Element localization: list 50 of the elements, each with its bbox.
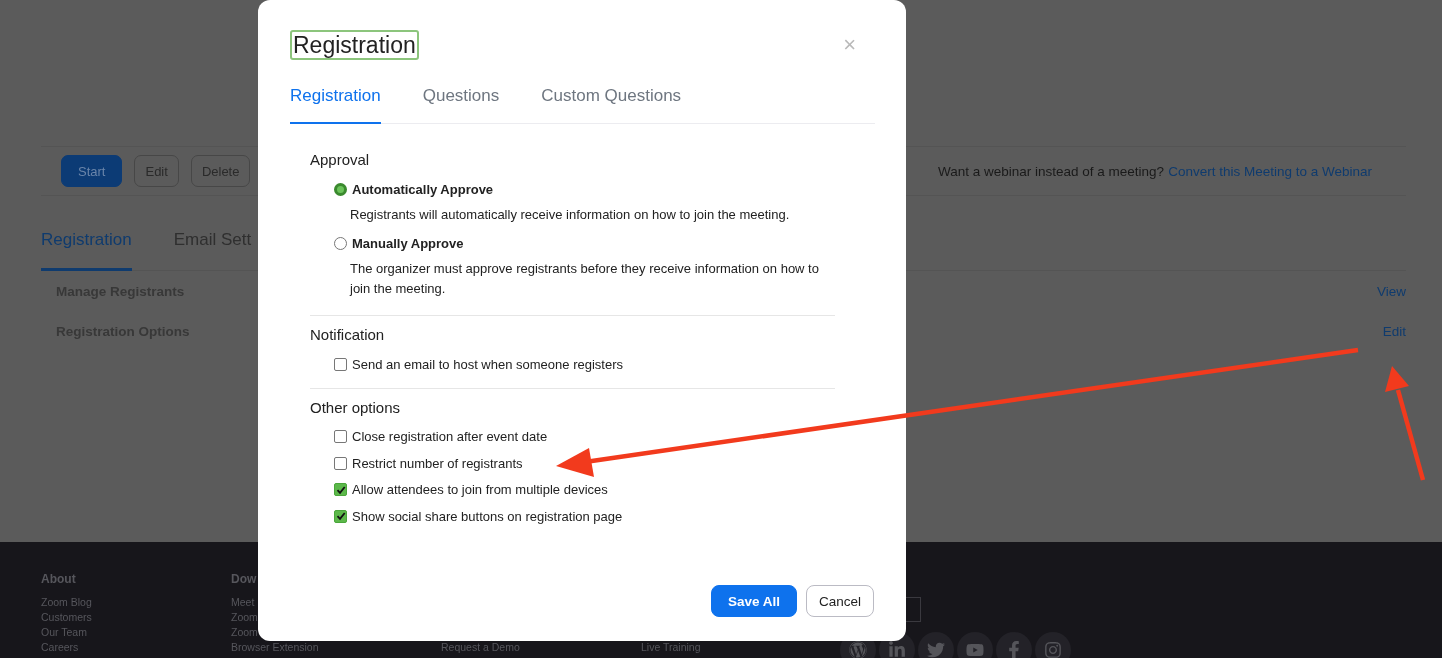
option-label: Manually Approve <box>352 236 464 252</box>
option-label: Send an email to host when someone registers <box>352 356 623 372</box>
checkbox[interactable] <box>334 509 347 523</box>
footer-heading: About <box>41 572 77 586</box>
radio-option[interactable]: Manually Approve <box>334 230 835 257</box>
webinar-prompt: Want a webinar instead of a meeting? <box>938 163 1165 179</box>
option-label: Close registration after event date <box>352 429 548 445</box>
row-action-link[interactable]: Edit <box>1382 323 1406 339</box>
footer-link[interactable]: Our Team <box>41 625 231 640</box>
footer-link[interactable]: Live Training <box>641 640 841 655</box>
start-button[interactable]: Start <box>61 155 123 187</box>
radio-button[interactable] <box>334 182 347 196</box>
option-description: The organizer must approve registrants before they receive information on how to join the meeting. <box>350 260 820 298</box>
footer-link[interactable]: Request a Demo <box>441 640 641 655</box>
checkbox[interactable] <box>334 456 347 470</box>
row-action-link[interactable]: View <box>1376 283 1406 299</box>
save-button[interactable]: Save All <box>710 585 797 617</box>
checkbox-option[interactable]: Show social share buttons on registration page <box>334 503 835 530</box>
dialog-title: Registration <box>290 30 419 60</box>
dialog-tab[interactable]: Registration <box>290 86 381 124</box>
convert-link[interactable]: Convert this Meeting to a Webinar <box>1168 163 1372 179</box>
checkbox[interactable] <box>334 357 347 371</box>
cancel-button[interactable]: Cancel <box>805 585 874 617</box>
dialog-tab[interactable]: Questions <box>422 86 500 124</box>
radio-button[interactable] <box>334 237 347 251</box>
check-icon <box>335 511 346 522</box>
footer-link[interactable]: Customers <box>41 610 231 625</box>
page-tab[interactable]: Registration <box>41 230 132 271</box>
radio-option[interactable]: Automatically Approve <box>334 176 835 203</box>
close-button[interactable]: × <box>843 32 856 58</box>
option-label: Allow attendees to join from multiple devices <box>352 482 608 498</box>
footer-link[interactable]: Careers <box>41 640 231 655</box>
option-label: Show social share buttons on registration page <box>352 508 623 524</box>
check-icon <box>335 484 346 495</box>
section-heading: Other options <box>310 398 402 416</box>
section-heading: Approval <box>310 151 371 168</box>
checkbox-option[interactable]: Allow attendees to join from multiple devices <box>334 476 835 503</box>
dialog-tab[interactable]: Custom Questions <box>541 86 682 124</box>
footer-link[interactable]: Zoom Blog <box>41 595 231 610</box>
option-description: Registrants will automatically receive information on how to join the meeting. <box>350 205 791 224</box>
checkbox-option[interactable]: Send an email to host when someone registers <box>334 351 835 378</box>
section-heading: Notification <box>310 326 386 343</box>
option-label: Automatically Approve <box>352 181 494 197</box>
option-label: Restrict number of registrants <box>352 455 523 471</box>
checkbox-option[interactable]: Close registration after event date <box>334 423 835 450</box>
checkbox[interactable] <box>334 483 347 497</box>
footer-heading: Dow <box>231 572 258 586</box>
checkbox[interactable] <box>334 430 347 444</box>
checkbox-option[interactable]: Restrict number of registrants <box>334 450 835 477</box>
footer-link[interactable]: Browser Extension <box>231 640 441 655</box>
